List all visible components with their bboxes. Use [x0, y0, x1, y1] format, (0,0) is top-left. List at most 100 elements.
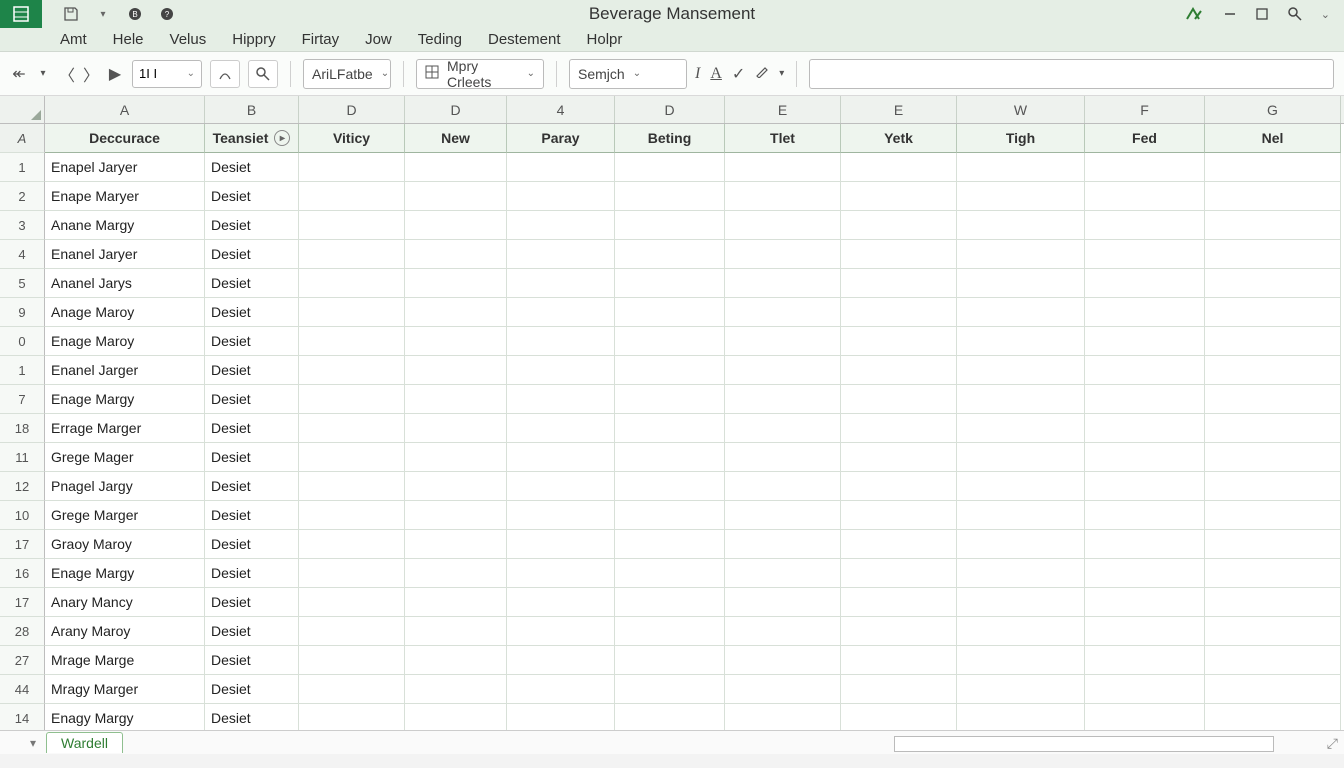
cell[interactable]	[1205, 153, 1341, 182]
col-header[interactable]: E	[725, 96, 841, 123]
cell[interactable]	[615, 617, 725, 646]
cell[interactable]	[405, 153, 507, 182]
cell[interactable]	[725, 356, 841, 385]
cell[interactable]: Grege Marger	[45, 501, 205, 530]
cell[interactable]	[299, 356, 405, 385]
cell[interactable]: Desiet	[205, 327, 299, 356]
cell[interactable]: Desiet	[205, 443, 299, 472]
underline-icon[interactable]: A	[710, 65, 722, 83]
cell[interactable]	[299, 414, 405, 443]
row-header[interactable]: 11	[0, 443, 45, 472]
cell[interactable]	[615, 385, 725, 414]
function-icon[interactable]	[210, 60, 240, 88]
row-header[interactable]: 4	[0, 240, 45, 269]
cell[interactable]	[1085, 675, 1205, 704]
cell[interactable]	[615, 443, 725, 472]
cell[interactable]	[405, 675, 507, 704]
sheet-nav-icon[interactable]: ▾	[30, 736, 36, 750]
cell[interactable]	[1205, 269, 1341, 298]
row-header[interactable]: 10	[0, 501, 45, 530]
col-header[interactable]: W	[957, 96, 1085, 123]
header-cell[interactable]: Fed	[1085, 124, 1205, 153]
cell[interactable]: Desiet	[205, 385, 299, 414]
chevron-down-icon[interactable]: ▾	[94, 5, 112, 23]
resize-grip-icon[interactable]: ⤢	[1327, 735, 1338, 752]
cell[interactable]: Enage Maroy	[45, 327, 205, 356]
cell[interactable]	[507, 443, 615, 472]
sheet-tab[interactable]: Wardell	[46, 732, 123, 753]
cell[interactable]	[1085, 530, 1205, 559]
cell[interactable]	[841, 559, 957, 588]
row-header[interactable]: 17	[0, 530, 45, 559]
header-cell[interactable]: Beting	[615, 124, 725, 153]
cell[interactable]	[957, 356, 1085, 385]
cell[interactable]	[405, 182, 507, 211]
cell[interactable]: Enape Maryer	[45, 182, 205, 211]
cell[interactable]	[1205, 356, 1341, 385]
cell[interactable]	[1085, 327, 1205, 356]
cells-area[interactable]: Deccurace Teansiet▸ Viticy New Paray Bet…	[45, 124, 1344, 732]
cell[interactable]	[615, 211, 725, 240]
header-cell[interactable]: Tlet	[725, 124, 841, 153]
cell[interactable]	[405, 211, 507, 240]
cell[interactable]	[957, 443, 1085, 472]
cell[interactable]	[299, 704, 405, 732]
cell[interactable]	[957, 501, 1085, 530]
cell[interactable]	[1205, 559, 1341, 588]
cell[interactable]	[725, 472, 841, 501]
cell[interactable]	[1205, 211, 1341, 240]
menu-hippry[interactable]: Hippry	[232, 31, 275, 48]
cell[interactable]	[299, 385, 405, 414]
col-header[interactable]: D	[405, 96, 507, 123]
cell[interactable]	[1205, 646, 1341, 675]
col-header[interactable]: G	[1205, 96, 1341, 123]
cell[interactable]	[1085, 501, 1205, 530]
cell[interactable]: Desiet	[205, 414, 299, 443]
row-header[interactable]: 14	[0, 704, 45, 732]
cell[interactable]	[725, 646, 841, 675]
menu-velus[interactable]: Velus	[170, 31, 207, 48]
cell[interactable]	[957, 530, 1085, 559]
cell[interactable]	[1085, 153, 1205, 182]
cell[interactable]: Desiet	[205, 617, 299, 646]
cell[interactable]	[299, 327, 405, 356]
cell[interactable]: Desiet	[205, 356, 299, 385]
cell[interactable]	[299, 153, 405, 182]
cell[interactable]	[615, 414, 725, 443]
row-header[interactable]: 7	[0, 385, 45, 414]
cell[interactable]: Ananel Jarys	[45, 269, 205, 298]
header-cell[interactable]: Teansiet▸	[205, 124, 299, 153]
menu-jow[interactable]: Jow	[365, 31, 392, 48]
cell[interactable]	[841, 240, 957, 269]
cell[interactable]	[725, 182, 841, 211]
col-header[interactable]: A	[45, 96, 205, 123]
header-cell[interactable]: New	[405, 124, 507, 153]
cell[interactable]: Anane Margy	[45, 211, 205, 240]
cell[interactable]	[405, 501, 507, 530]
cell[interactable]: Mrage Marge	[45, 646, 205, 675]
cell[interactable]	[615, 327, 725, 356]
cell[interactable]	[957, 588, 1085, 617]
cell[interactable]	[299, 211, 405, 240]
cell[interactable]: Desiet	[205, 211, 299, 240]
cell[interactable]	[507, 530, 615, 559]
cell[interactable]	[507, 356, 615, 385]
cell[interactable]	[841, 675, 957, 704]
cell[interactable]	[1085, 182, 1205, 211]
cell[interactable]	[725, 501, 841, 530]
col-header[interactable]: B	[205, 96, 299, 123]
cell[interactable]	[507, 182, 615, 211]
cell[interactable]	[1205, 443, 1341, 472]
cell[interactable]	[725, 327, 841, 356]
search-icon[interactable]	[248, 60, 278, 88]
row-header[interactable]: 2	[0, 182, 45, 211]
cell[interactable]	[1205, 530, 1341, 559]
cell[interactable]: Enagy Margy	[45, 704, 205, 732]
row-header[interactable]: 9	[0, 298, 45, 327]
row-header[interactable]: 17	[0, 588, 45, 617]
cell[interactable]	[725, 153, 841, 182]
save-icon[interactable]	[62, 5, 80, 23]
cell[interactable]	[725, 385, 841, 414]
cell[interactable]	[957, 559, 1085, 588]
cell[interactable]: Desiet	[205, 559, 299, 588]
